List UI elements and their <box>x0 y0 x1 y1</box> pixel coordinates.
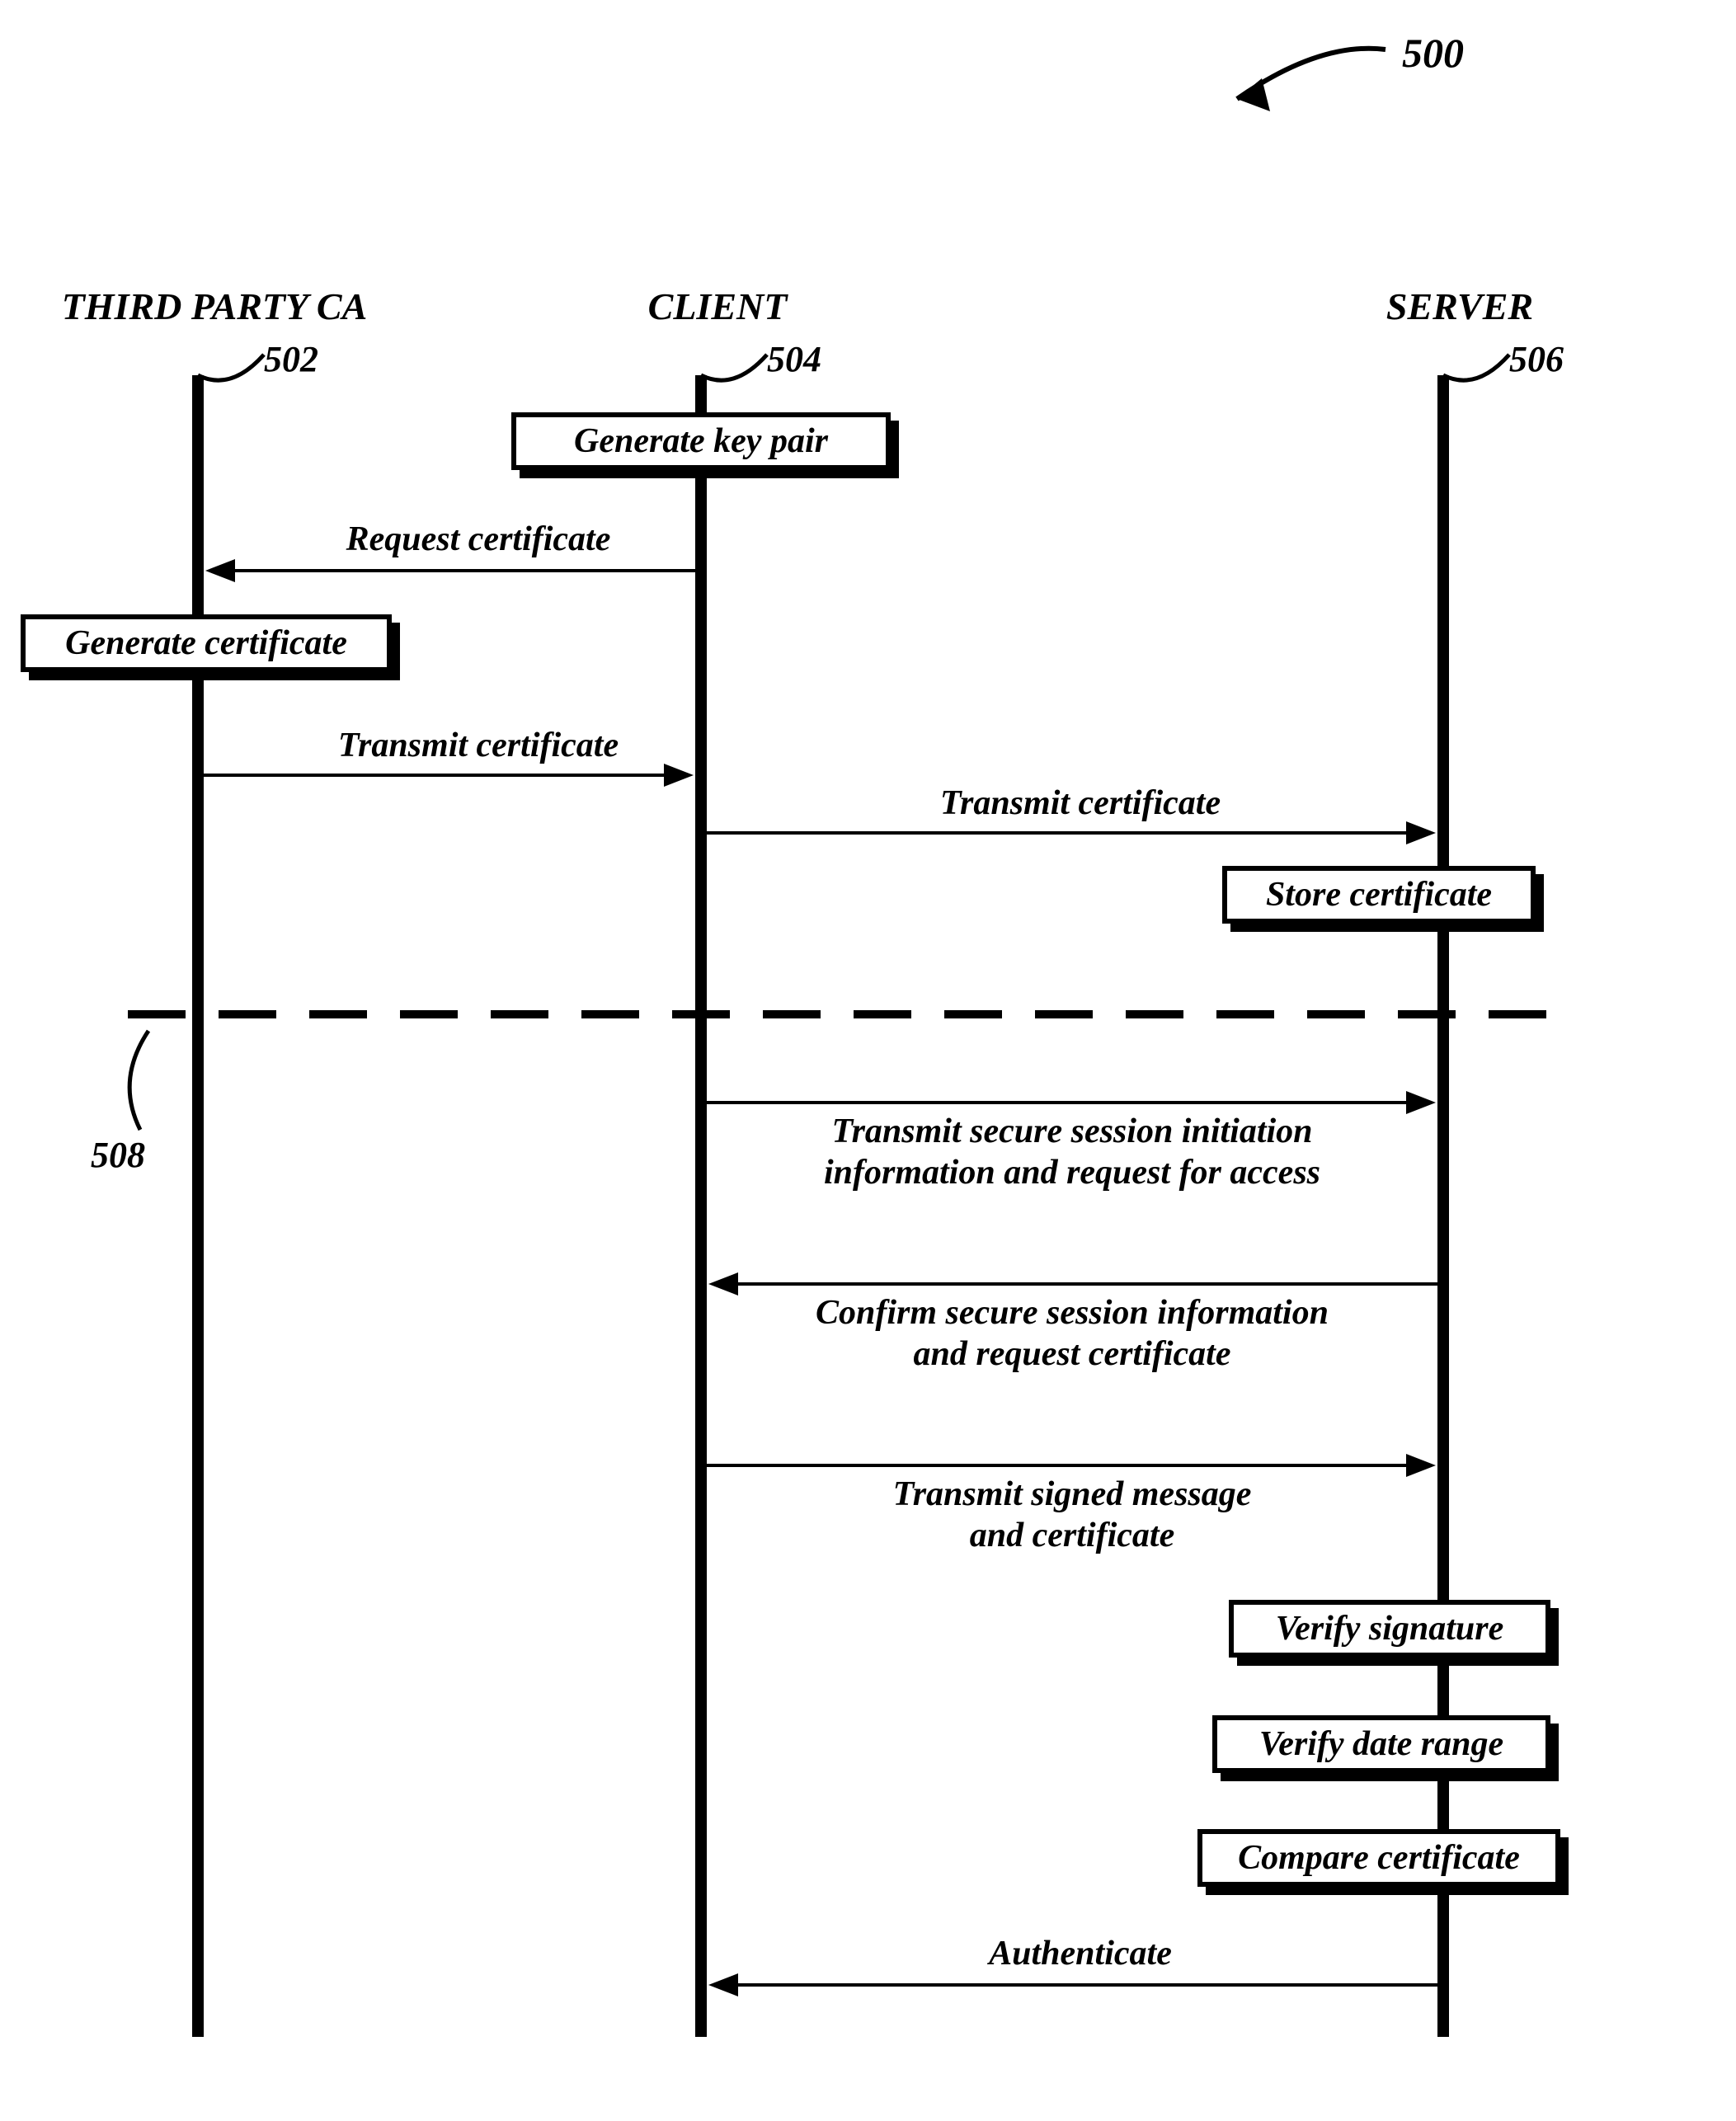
msg-session-init-text-l2: information and request for access <box>717 1153 1427 1192</box>
msg-signed-text-l1: Transmit signed message <box>717 1474 1427 1514</box>
ref-508: 508 <box>91 1134 145 1176</box>
participant-server: SERVER <box>1336 285 1583 328</box>
msg-transmit-cert-1-line <box>204 774 664 777</box>
participant-client: CLIENT <box>594 285 841 328</box>
msg-signed-text-l2: and certificate <box>717 1516 1427 1555</box>
participant-third-party-ca: THIRD PARTY CA <box>49 285 379 328</box>
ref-504: 504 <box>767 338 821 380</box>
figure-ref-500: 500 <box>1402 29 1464 77</box>
box-generate-key-pair: Generate key pair <box>511 412 891 470</box>
sequence-diagram: 500 THIRD PARTY CA CLIENT SERVER 502 504… <box>0 0 1736 2121</box>
msg-confirm-line <box>738 1282 1437 1286</box>
msg-request-certificate-arrow <box>205 559 235 582</box>
ref-506: 506 <box>1509 338 1564 380</box>
lifeline-server <box>1437 375 1449 2037</box>
figure-ref-leader <box>1138 33 1386 148</box>
ref-502: 502 <box>264 338 318 380</box>
lifeline-client <box>695 375 707 2037</box>
msg-transmit-cert-2-line <box>707 831 1406 835</box>
msg-request-certificate-line <box>235 569 695 572</box>
box-store-certificate: Store certificate <box>1222 866 1536 924</box>
ref-506-hook <box>1443 346 1513 392</box>
msg-session-init-text-l1: Transmit secure session initiation <box>717 1112 1427 1151</box>
box-generate-certificate: Generate certificate <box>21 614 392 672</box>
msg-request-certificate-text: Request certificate <box>272 520 685 559</box>
msg-session-init-arrow <box>1406 1091 1436 1114</box>
msg-transmit-cert-1-text: Transmit certificate <box>272 726 685 765</box>
box-compare-certificate: Compare certificate <box>1197 1829 1560 1887</box>
box-verify-date-range: Verify date range <box>1212 1715 1550 1773</box>
msg-transmit-cert-1-arrow <box>664 764 694 787</box>
msg-session-init-line <box>707 1101 1406 1104</box>
msg-signed-line <box>707 1464 1406 1467</box>
msg-confirm-text-l1: Confirm secure session information <box>717 1293 1427 1333</box>
msg-signed-arrow <box>1406 1454 1436 1477</box>
msg-authenticate-arrow <box>708 1973 738 1996</box>
msg-confirm-text-l2: and request certificate <box>717 1334 1427 1374</box>
ref-504-hook <box>701 346 771 392</box>
msg-transmit-cert-2-text: Transmit certificate <box>874 783 1287 823</box>
msg-authenticate-line <box>738 1983 1437 1987</box>
msg-authenticate-text: Authenticate <box>874 1934 1287 1973</box>
msg-confirm-arrow <box>708 1272 738 1296</box>
ref-502-hook <box>198 346 268 392</box>
box-verify-signature: Verify signature <box>1229 1600 1550 1658</box>
msg-transmit-cert-2-arrow <box>1406 821 1436 844</box>
ref-508-hook <box>115 1031 190 1138</box>
